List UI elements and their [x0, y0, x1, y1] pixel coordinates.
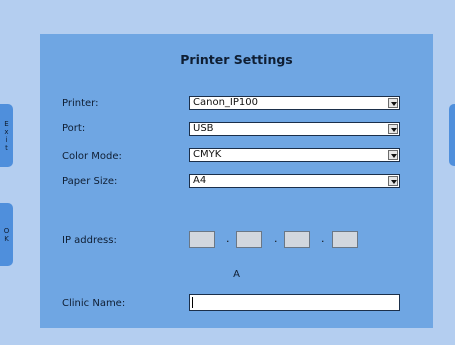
ok-button-label: O K — [3, 226, 10, 243]
color-mode-label: Color Mode: — [62, 151, 122, 162]
exit-button[interactable]: E x i t — [0, 104, 13, 167]
color-mode-select[interactable]: CMYK — [189, 148, 400, 162]
ip-separator: . — [274, 232, 278, 245]
page-title: Printer Settings — [180, 52, 293, 67]
dropdown-arrow-icon[interactable] — [388, 150, 398, 160]
right-side-tab[interactable] — [449, 104, 455, 166]
paper-size-select-value: A4 — [193, 175, 207, 186]
ok-button[interactable]: O K — [0, 203, 13, 266]
ip-separator: . — [226, 232, 230, 245]
dropdown-arrow-icon[interactable] — [388, 124, 398, 134]
ip-separator: . — [321, 232, 325, 245]
port-select-value: USB — [193, 123, 214, 134]
ip-octet-1-input[interactable] — [189, 231, 215, 248]
ip-status-text: A — [233, 269, 240, 280]
printer-label: Printer: — [62, 98, 99, 109]
clinic-name-label: Clinic Name: — [62, 298, 126, 309]
dropdown-arrow-icon[interactable] — [388, 176, 398, 186]
printer-settings-panel: Printer Settings Printer: Canon_IP100 Po… — [40, 34, 433, 328]
exit-button-label: E x i t — [4, 119, 9, 152]
printer-select[interactable]: Canon_IP100 — [189, 96, 400, 110]
ip-address-label: IP address: — [62, 235, 117, 246]
dropdown-arrow-icon[interactable] — [388, 98, 398, 108]
clinic-name-input[interactable] — [189, 294, 400, 311]
port-label: Port: — [62, 123, 86, 134]
ip-octet-2-input[interactable] — [236, 231, 262, 248]
ip-octet-4-input[interactable] — [332, 231, 358, 248]
ip-octet-3-input[interactable] — [284, 231, 310, 248]
color-mode-select-value: CMYK — [193, 149, 222, 160]
paper-size-select[interactable]: A4 — [189, 174, 400, 188]
printer-select-value: Canon_IP100 — [193, 97, 258, 108]
port-select[interactable]: USB — [189, 122, 400, 136]
text-cursor — [192, 297, 193, 308]
paper-size-label: Paper Size: — [62, 176, 118, 187]
